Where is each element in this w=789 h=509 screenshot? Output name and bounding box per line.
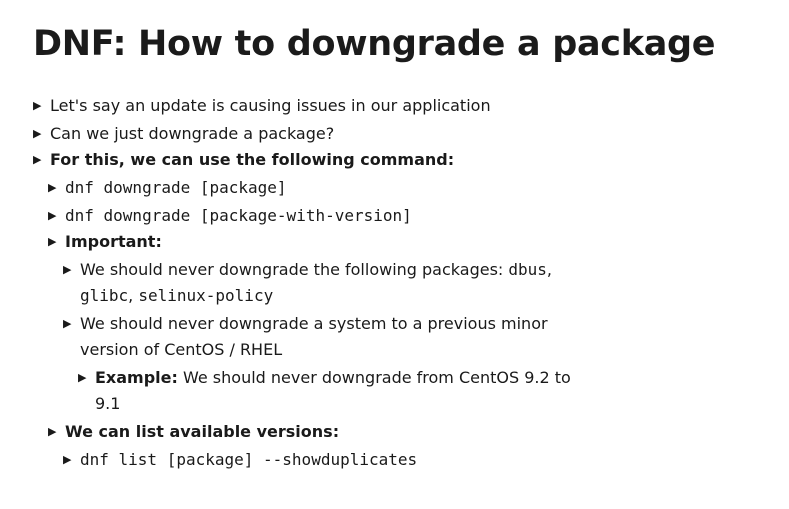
example-label: Example: — [95, 368, 178, 387]
bullet-marker-icon: ▶ — [63, 263, 72, 276]
separator: , — [128, 286, 139, 305]
bullet-text: For this, we can use the following comma… — [50, 150, 455, 169]
bullet-marker-icon: ▶ — [33, 99, 42, 112]
bullet-marker-icon: ▶ — [48, 235, 57, 248]
bullet-downgrade-question: ▶ Can we just downgrade a package? — [33, 121, 334, 147]
code-glibc: glibc — [80, 286, 129, 305]
bullet-marker-icon: ▶ — [33, 153, 42, 166]
code-snippet: dnf downgrade [package-with-version] — [65, 206, 412, 225]
bullet-text: Important: — [65, 232, 162, 251]
bullet-text-prefix: We should never downgrade the following … — [80, 260, 509, 279]
code-snippet: dnf downgrade [package] — [65, 178, 287, 197]
separator: , — [546, 260, 553, 279]
bullet-example: ▶ Example: We should never downgrade fro… — [78, 365, 571, 417]
bullet-following-command: ▶ For this, we can use the following com… — [33, 147, 454, 173]
bullet-cmd-list-showduplicates: ▶ dnf list [package] --showduplicates — [63, 447, 417, 473]
bullet-list-versions: ▶ We can list available versions: — [48, 419, 339, 445]
bullet-text-line2: version of CentOS / RHEL — [80, 340, 283, 359]
code-dbus: dbus — [508, 260, 547, 279]
bullet-cmd-downgrade-version: ▶ dnf downgrade [package-with-version] — [48, 203, 412, 229]
bullet-marker-icon: ▶ — [78, 371, 87, 384]
bullet-text: We can list available versions: — [65, 422, 340, 441]
bullet-text: We should never downgrade a system to a … — [63, 311, 548, 363]
bullet-marker-icon: ▶ — [48, 425, 57, 438]
bullet-text: Let's say an update is causing issues in… — [50, 96, 491, 115]
bullet-update-issues: ▶ Let's say an update is causing issues … — [33, 93, 491, 119]
bullet-important: ▶ Important: — [48, 229, 162, 255]
bullet-cmd-downgrade-package: ▶ dnf downgrade [package] — [48, 175, 287, 201]
code-selinux-policy: selinux-policy — [138, 286, 274, 305]
bullet-never-downgrade-system: ▶ We should never downgrade a system to … — [63, 311, 548, 363]
slide: DNF: How to downgrade a package ▶ Let's … — [0, 0, 789, 509]
bullet-text: Can we just downgrade a package? — [50, 124, 335, 143]
bullet-text: We should never downgrade the following … — [63, 257, 623, 309]
slide-title: DNF: How to downgrade a package — [33, 24, 716, 64]
code-snippet: dnf list [package] --showduplicates — [80, 450, 418, 469]
example-text-line2: 9.1 — [95, 394, 121, 413]
bullet-text: Example: We should never downgrade from … — [78, 365, 571, 417]
bullet-marker-icon: ▶ — [63, 317, 72, 330]
bullet-marker-icon: ▶ — [48, 209, 57, 222]
bullet-marker-icon: ▶ — [63, 453, 72, 466]
bullet-text-line1: We should never downgrade a system to a … — [80, 314, 548, 333]
bullet-marker-icon: ▶ — [33, 127, 42, 140]
bullet-never-downgrade-packages: ▶ We should never downgrade the followin… — [63, 257, 623, 309]
bullet-marker-icon: ▶ — [48, 181, 57, 194]
example-text-line1: We should never downgrade from CentOS 9.… — [177, 368, 571, 387]
